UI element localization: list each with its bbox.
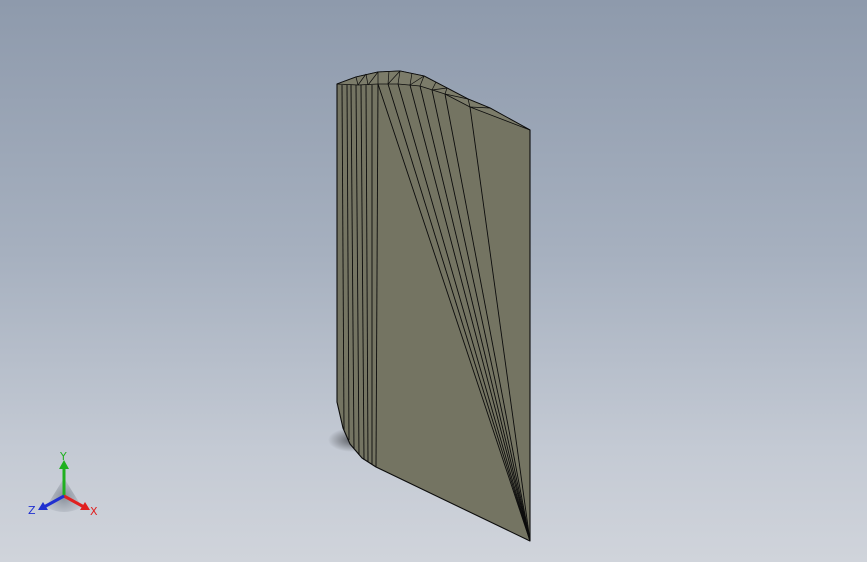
y-axis-label: Y xyxy=(59,450,67,463)
graphics-viewport[interactable]: Y X Z xyxy=(0,0,867,562)
z-axis-label: Z xyxy=(28,504,36,517)
coordinate-triad: Y X Z xyxy=(24,448,104,523)
x-axis-label: X xyxy=(90,505,98,518)
3d-part-model[interactable] xyxy=(0,0,867,562)
